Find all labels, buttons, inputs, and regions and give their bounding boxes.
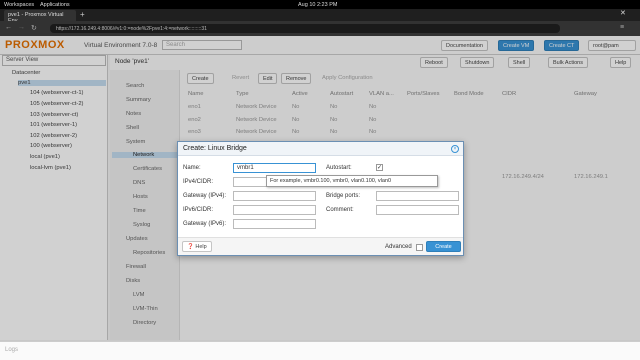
bridge-ports-input[interactable] [376,191,459,201]
address-bar[interactable]: https://172.16.249.4:8006/#v1:0:=node%2F… [50,24,560,33]
gateway-ipv6-input[interactable] [233,219,316,229]
gateway-ipv4-input[interactable] [233,191,316,201]
gateway-ipv4-label: Gateway (IPv4): [183,193,227,199]
advanced-label: Advanced [385,244,412,250]
autostart-checkbox[interactable]: ✓ [376,164,383,171]
clock[interactable]: Aug 10 2:23 PM [298,2,337,8]
forward-icon[interactable]: → [18,24,25,31]
bridge-ports-label: Bridge ports: [326,193,361,199]
system-top-bar: Workspaces Applications Aug 10 2:23 PM [0,0,640,9]
dialog-title: Create: Linux Bridge [178,142,463,156]
browser-tab[interactable]: pve1 - Proxmox Virtual Env [4,10,76,24]
close-icon[interactable]: × [451,145,459,153]
browser-tab-bar [0,9,640,21]
ipv6-label: IPv6/CIDR: [183,207,214,213]
log-panel[interactable]: Logs [0,341,640,360]
dialog-help-button[interactable]: ❓ Help [182,241,212,252]
browser-menu-icon[interactable]: ≡ [620,24,624,31]
back-icon[interactable]: ← [5,24,12,31]
new-tab-button[interactable]: + [80,10,85,19]
comment-label: Comment: [326,207,354,213]
close-window-icon[interactable]: ✕ [620,9,626,17]
applications-menu[interactable]: Applications [40,2,70,8]
create-linux-bridge-dialog: Create: Linux Bridge × Name: vmbr1 IPv4/… [177,141,464,256]
help-icon: ❓ [187,244,194,250]
workspaces-menu[interactable]: Workspaces [4,2,34,8]
bridge-name-tooltip: For example, vmbr0.100, vmbr0, vlan0.100… [266,175,438,187]
name-label: Name: [183,165,201,171]
gateway-ipv6-label: Gateway (IPv6): [183,221,227,227]
advanced-checkbox[interactable] [416,244,423,251]
ipv4-label: IPv4/CIDR: [183,179,214,185]
reload-icon[interactable]: ↻ [31,24,37,32]
create-button[interactable]: Create [426,241,461,252]
ipv6-cidr-input[interactable] [233,205,316,215]
autostart-label: Autostart: [326,165,352,171]
help-label: Help [195,244,207,250]
name-input[interactable]: vmbr1 [233,163,316,173]
comment-input[interactable] [376,205,459,215]
